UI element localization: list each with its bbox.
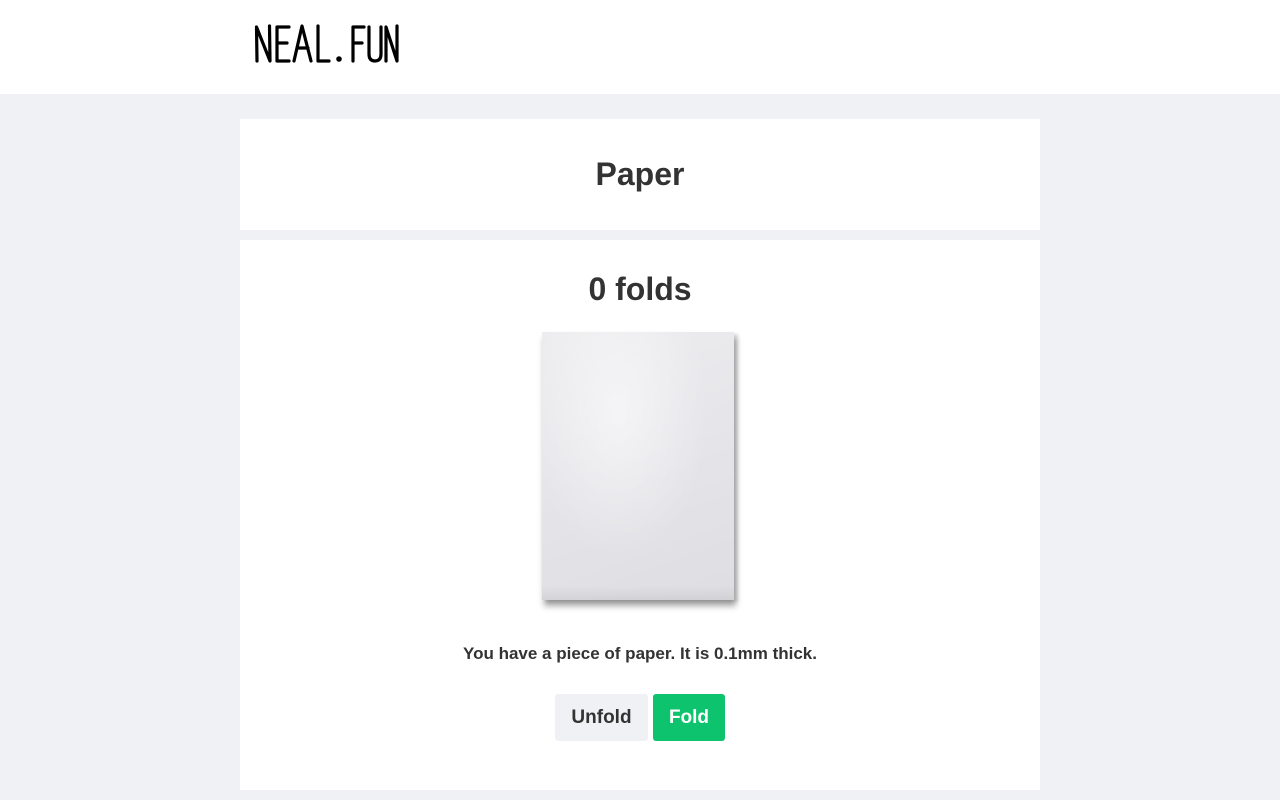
paper-illustration [542,332,736,612]
fold-count: 0 folds [588,271,692,307]
title-card: Paper [240,119,1040,230]
site-header: NEAL.FUN [0,0,1280,94]
fold-button[interactable]: Fold [653,694,725,741]
paper-game-card: 0 folds You have a piece of paper. It is… [240,240,1040,790]
fold-controls: Unfold Fold [240,694,1040,741]
site-logo-wordmark [254,24,399,63]
site-logo[interactable]: NEAL.FUN [254,20,400,66]
logo-dot [336,56,342,62]
paper-sheet [542,332,734,600]
unfold-button[interactable]: Unfold [555,694,648,741]
paper-description: You have a piece of paper. It is 0.1mm t… [463,644,817,663]
page-title: Paper [595,156,685,192]
